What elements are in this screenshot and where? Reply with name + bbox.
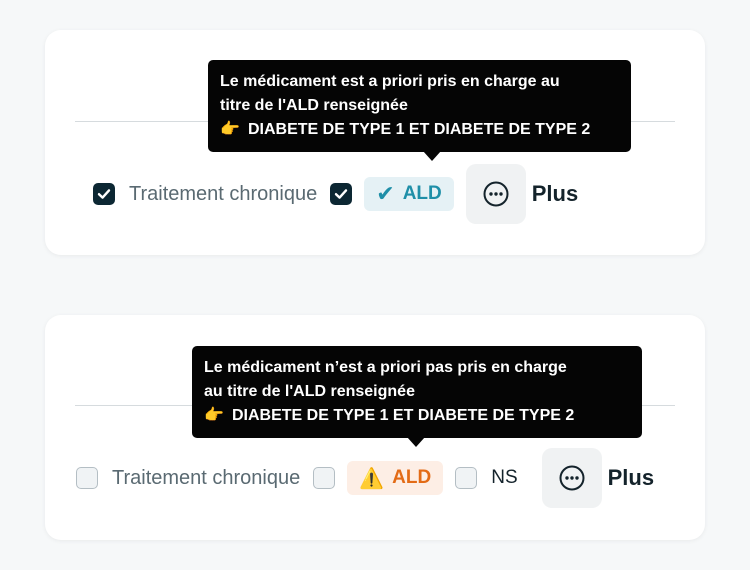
chronic-treatment-label[interactable]: Traitement chronique <box>129 183 317 206</box>
check-icon <box>97 189 111 199</box>
check-icon: ✔ <box>376 181 395 206</box>
ellipsis-circle-icon <box>483 181 509 207</box>
ald-status-badge: ⚠️ ALD <box>347 461 444 495</box>
chronic-treatment-checkbox[interactable] <box>93 183 115 205</box>
ald-badge-label: ALD <box>402 183 442 204</box>
more-label[interactable]: Plus <box>608 465 654 491</box>
ald-badge-label: ALD <box>392 467 432 488</box>
ald-tooltip: Le médicament n’est a priori pas pris en… <box>192 346 642 447</box>
ald-checkbox[interactable] <box>330 183 353 205</box>
treatment-options-row: Traitement chronique ✔ ALD Plus <box>93 164 578 224</box>
tooltip-condition: DIABETE DE TYPE 1 ET DIABETE DE TYPE 2 <box>248 121 591 138</box>
check-icon <box>335 189 348 199</box>
pointing-hand-icon: 👉 <box>220 121 240 138</box>
treatment-card-ald-not-covered: Le médicament n’est a priori pas pris en… <box>45 315 705 540</box>
ald-status-badge: ✔ ALD <box>364 177 454 211</box>
ald-tooltip: Le médicament est a priori pris en charg… <box>208 60 631 161</box>
tooltip-condition: DIABETE DE TYPE 1 ET DIABETE DE TYPE 2 <box>232 407 575 424</box>
ald-checkbox[interactable] <box>313 467 336 489</box>
more-button[interactable] <box>541 448 602 508</box>
ellipsis-circle-icon <box>559 465 585 491</box>
ns-label[interactable]: NS <box>491 467 517 489</box>
treatment-options-row: Traitement chronique ⚠️ ALD NS Plus <box>76 448 654 508</box>
tooltip-line-2: au titre de l'ALD renseignée <box>204 383 415 400</box>
more-button[interactable] <box>465 164 526 224</box>
tooltip-line-1: Le médicament est a priori pris en charg… <box>220 73 560 90</box>
treatment-card-ald-covered: Le médicament est a priori pris en charg… <box>45 30 705 255</box>
pointing-hand-icon: 👉 <box>204 407 224 424</box>
chronic-treatment-checkbox[interactable] <box>76 467 98 489</box>
ns-checkbox[interactable] <box>455 467 478 489</box>
tooltip-arrow <box>423 151 441 161</box>
tooltip-line-2: titre de l'ALD renseignée <box>220 97 408 114</box>
more-label[interactable]: Plus <box>532 181 578 207</box>
warning-icon: ⚠️ <box>359 467 385 490</box>
tooltip-arrow <box>407 437 425 447</box>
tooltip-line-1: Le médicament n’est a priori pas pris en… <box>204 359 567 376</box>
chronic-treatment-label[interactable]: Traitement chronique <box>112 467 300 490</box>
